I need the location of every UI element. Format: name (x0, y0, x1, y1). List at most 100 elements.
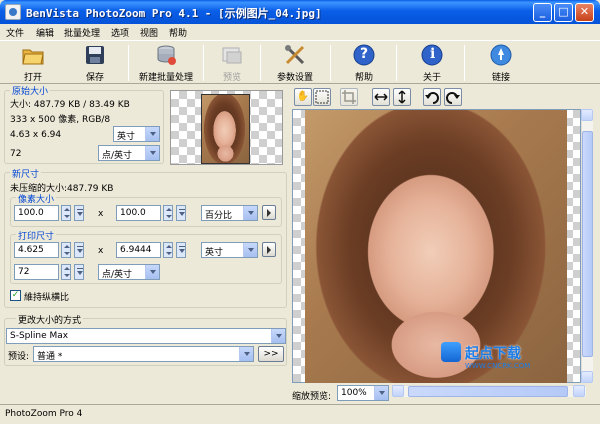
pixel-more-button[interactable] (262, 205, 276, 220)
fit-height-button[interactable] (393, 88, 411, 106)
pixel-unit-select[interactable]: 百分比 (201, 205, 258, 221)
pixel-width-input[interactable]: 100.0 (14, 205, 59, 221)
help-button[interactable]: ? 帮助 (338, 41, 390, 84)
watermark-url: WWW.CNCRK.COM (465, 362, 531, 370)
settings-button[interactable]: 参数设置 (266, 41, 324, 84)
title-bar[interactable]: BenVista PhotoZoom Pro 4.1 - [示例图片_04.jp… (0, 0, 600, 24)
new-resolution-unit-select[interactable]: 点/英寸 (98, 264, 160, 280)
menu-help[interactable]: 帮助 (169, 26, 187, 39)
fit-width-button[interactable] (372, 88, 390, 106)
close-button[interactable]: ✕ (575, 3, 594, 22)
tools-icon (285, 45, 305, 65)
print-height-dropdown[interactable] (176, 242, 186, 258)
preview-photo (305, 110, 567, 383)
maximize-button[interactable]: □ (554, 3, 573, 22)
marquee-icon (315, 90, 329, 104)
chevron-down-icon (145, 265, 159, 279)
new-batch-button[interactable]: 新建批量处理 (131, 41, 201, 84)
print-unit-value: 英寸 (205, 248, 224, 258)
save-label: 保存 (85, 73, 104, 83)
rotate-right-icon (446, 92, 460, 104)
original-size-title: 原始大小 (10, 84, 51, 97)
new-batch-label: 新建批量处理 (138, 73, 193, 83)
new-resolution-unit-value: 点/英寸 (102, 270, 133, 280)
new-resolution-spinner[interactable] (61, 264, 71, 280)
chevron-down-icon (243, 243, 257, 257)
chevron-down-icon (243, 206, 257, 220)
pixel-width-dropdown[interactable] (74, 205, 84, 221)
scroll-right-button[interactable] (573, 385, 585, 397)
print-width-spinner[interactable] (61, 242, 71, 258)
preset-select[interactable]: 普通 * (33, 346, 254, 362)
original-resolution-unit-value: 点/英寸 (102, 151, 133, 161)
app-icon (5, 4, 21, 20)
times-sign: x (98, 209, 104, 219)
crop-tool-button[interactable] (340, 88, 358, 106)
toolbar: 打开 保存 新建批量处理 预览 参数设置 ? 帮助 i 关于 链接 (0, 40, 600, 84)
preview-horizontal-scrollbar[interactable] (392, 385, 586, 397)
scroll-down-button[interactable] (581, 371, 593, 383)
new-resolution-input[interactable]: 72 (14, 264, 59, 280)
rotate-left-icon (425, 92, 439, 104)
preview-canvas[interactable]: 起点下载 WWW.CNCRK.COM (292, 109, 581, 383)
zoom-label: 缩放预览: (292, 392, 332, 402)
preview-button[interactable]: 预览 (209, 41, 255, 84)
preset-more-button[interactable]: >> (258, 346, 284, 362)
pixel-unit-value: 百分比 (205, 211, 233, 221)
pixel-height-spinner[interactable] (163, 205, 173, 221)
vertical-scroll-thumb[interactable] (582, 131, 593, 357)
horizontal-arrows-icon (374, 93, 388, 101)
menu-batch[interactable]: 批量处理 (64, 26, 100, 39)
horizontal-scroll-thumb[interactable] (408, 386, 568, 397)
original-file-size: 大小: 487.79 KB / 83.49 KB (10, 100, 130, 110)
print-height-spinner[interactable] (163, 242, 173, 258)
about-button[interactable]: i 关于 (407, 41, 457, 84)
print-unit-select[interactable]: 英寸 (201, 242, 258, 258)
toolbar-separator (330, 45, 331, 81)
open-button[interactable]: 打开 (8, 41, 58, 84)
chevron-down-icon (145, 127, 159, 141)
preview-vertical-scrollbar[interactable] (581, 109, 593, 383)
save-button[interactable]: 保存 (70, 41, 120, 84)
pixel-width-spinner[interactable] (61, 205, 71, 221)
print-width-input[interactable]: 4.625 (14, 242, 59, 258)
crop-icon (342, 90, 356, 104)
new-resolution-dropdown[interactable] (74, 264, 84, 280)
original-print-size: 4.63 x 6.94 (10, 130, 62, 140)
watermark-brand: 起点下载 (465, 346, 521, 362)
pixel-height-input[interactable]: 100.0 (116, 205, 161, 221)
help-glyph: ? (360, 46, 369, 62)
zoom-value: 100% (341, 388, 367, 398)
resize-method-select[interactable]: S-Spline Max (6, 328, 286, 344)
original-print-unit-value: 英寸 (117, 132, 136, 142)
minimize-button[interactable]: _ (533, 3, 552, 22)
zoom-select[interactable]: 100% (337, 385, 389, 401)
print-width-dropdown[interactable] (74, 242, 84, 258)
print-height-input[interactable]: 6.9444 (116, 242, 161, 258)
link-label: 链接 (491, 73, 510, 83)
scroll-up-button[interactable] (581, 109, 593, 121)
print-size-title: 打印尺寸 (16, 229, 57, 242)
select-tool-button[interactable] (313, 88, 331, 106)
rotate-right-button[interactable] (444, 88, 462, 106)
menu-options[interactable]: 选项 (111, 26, 129, 39)
link-button[interactable]: 链接 (476, 41, 526, 84)
toolbar-separator (464, 45, 465, 81)
globe-link-icon (490, 44, 512, 66)
print-more-button[interactable] (262, 242, 276, 257)
original-print-unit-select[interactable]: 英寸 (113, 126, 160, 142)
keep-ratio-checkbox[interactable]: ✓ (10, 290, 21, 301)
menu-edit[interactable]: 编辑 (36, 26, 54, 39)
hand-tool-button[interactable]: ✋ (294, 88, 312, 106)
scroll-left-button[interactable] (392, 385, 404, 397)
status-bar: PhotoZoom Pro 4 (0, 404, 600, 424)
preset-value: 普通 * (37, 352, 63, 362)
menu-view[interactable]: 视图 (140, 26, 158, 39)
pixel-height-dropdown[interactable] (176, 205, 186, 221)
rotate-left-button[interactable] (423, 88, 441, 106)
menu-file[interactable]: 文件 (6, 26, 24, 39)
preset-label: 预设: (8, 352, 30, 362)
navigator-thumbnail[interactable] (170, 90, 283, 165)
original-resolution-unit-select[interactable]: 点/英寸 (98, 145, 160, 161)
toolbar-separator (396, 45, 397, 81)
